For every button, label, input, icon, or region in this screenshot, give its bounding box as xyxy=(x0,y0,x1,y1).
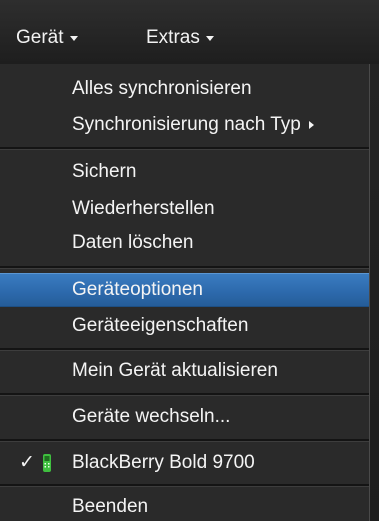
checkmark-icon: ✓ xyxy=(19,452,35,473)
menu-separator xyxy=(0,147,369,150)
menu-item-switch-devices[interactable]: Geräte wechseln... xyxy=(0,400,369,434)
menu-item-backup[interactable]: Sichern xyxy=(0,155,369,189)
menu-separator xyxy=(0,484,369,487)
menu-item-delete-data[interactable]: Daten löschen xyxy=(0,226,369,260)
chevron-down-icon xyxy=(205,35,214,41)
menu-item-sync-by-type[interactable]: Synchronisierung nach Typ xyxy=(0,108,369,142)
menu-item-label: Wiederherstellen xyxy=(72,198,215,219)
menu-item-label: Daten löschen xyxy=(72,232,194,253)
menu-item-label: Sichern xyxy=(72,161,137,182)
menu-item-device-properties[interactable]: Geräteeigenschaften xyxy=(0,309,369,343)
menu-separator xyxy=(0,266,369,269)
menu-separator xyxy=(0,439,369,442)
menu-item-label: Geräteoptionen xyxy=(72,279,203,300)
chevron-down-icon xyxy=(69,35,78,41)
menu-item-device-options[interactable]: Geräteoptionen xyxy=(0,273,369,307)
menu-bar: Gerät Extras xyxy=(0,0,379,64)
menu-separator xyxy=(0,348,369,351)
menu-item-label: Geräteeigenschaften xyxy=(72,315,249,336)
menu-item-label: Beenden xyxy=(72,496,149,517)
chevron-right-icon xyxy=(308,121,314,129)
menu-item-restore[interactable]: Wiederherstellen xyxy=(0,192,369,226)
menu-device[interactable]: Gerät xyxy=(16,24,78,52)
menu-item-sync-all[interactable]: Alles synchronisieren xyxy=(0,72,369,106)
menu-extras-label: Extras xyxy=(146,27,200,48)
menu-item-quit[interactable]: Beenden xyxy=(0,490,369,521)
device-dropdown-menu: Alles synchronisieren Synchronisierung n… xyxy=(0,64,370,521)
menu-item-current-device[interactable]: ✓ BlackBerry Bold 9700 xyxy=(0,446,369,480)
menu-device-label: Gerät xyxy=(16,27,64,48)
menu-item-label: Alles synchronisieren xyxy=(72,78,252,99)
menu-item-label: Mein Gerät aktualisieren xyxy=(72,360,278,381)
blackberry-device-icon xyxy=(43,454,51,472)
desktop-manager-window: Gerät Extras Alles synchronisieren Synch… xyxy=(0,0,379,521)
menu-separator xyxy=(0,393,369,396)
menu-item-update-device[interactable]: Mein Gerät aktualisieren xyxy=(0,354,369,388)
menu-item-label: Synchronisierung nach Typ xyxy=(72,114,301,135)
menu-item-label: Geräte wechseln... xyxy=(72,406,231,427)
menu-extras[interactable]: Extras xyxy=(146,24,214,52)
menu-item-label: BlackBerry Bold 9700 xyxy=(72,452,255,473)
